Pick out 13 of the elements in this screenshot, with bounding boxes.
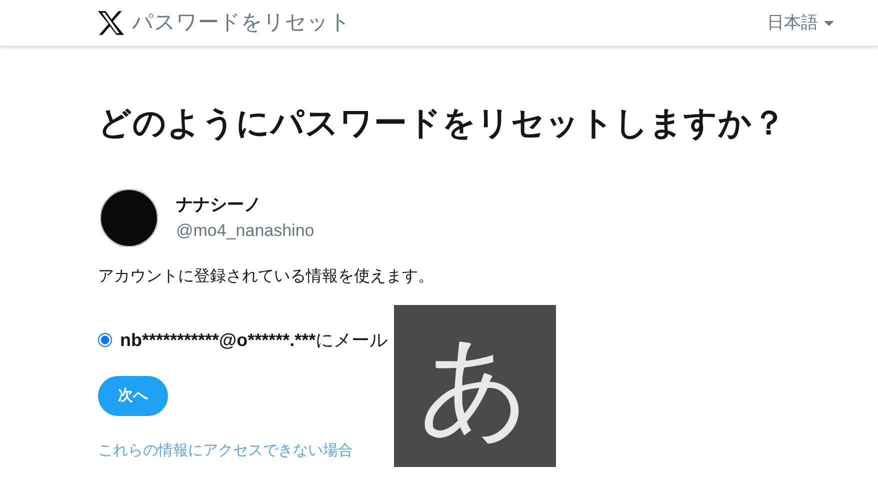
radio-button[interactable] xyxy=(98,333,112,348)
page-heading: どのようにパスワードをリセットしますか？ xyxy=(98,103,787,143)
account-name: ナナシーノ xyxy=(176,194,262,216)
help-link[interactable]: これらの情報にアクセスできない場合 xyxy=(98,440,353,463)
option-label[interactable]: nb***********@o******.***にメール xyxy=(120,326,388,354)
caret-icon xyxy=(824,21,834,26)
x-logo-icon xyxy=(98,11,124,35)
next-button[interactable]: 次へ xyxy=(98,376,168,416)
language-dropdown[interactable]: 日本語 xyxy=(767,10,834,36)
description-text: アカウントに登録されている情報を使えます。 xyxy=(98,266,435,287)
ime-mode-tooltip: あ xyxy=(394,305,556,467)
page-title: パスワードをリセット xyxy=(132,10,351,36)
account-handle: @mo4_nanashino xyxy=(176,220,314,242)
